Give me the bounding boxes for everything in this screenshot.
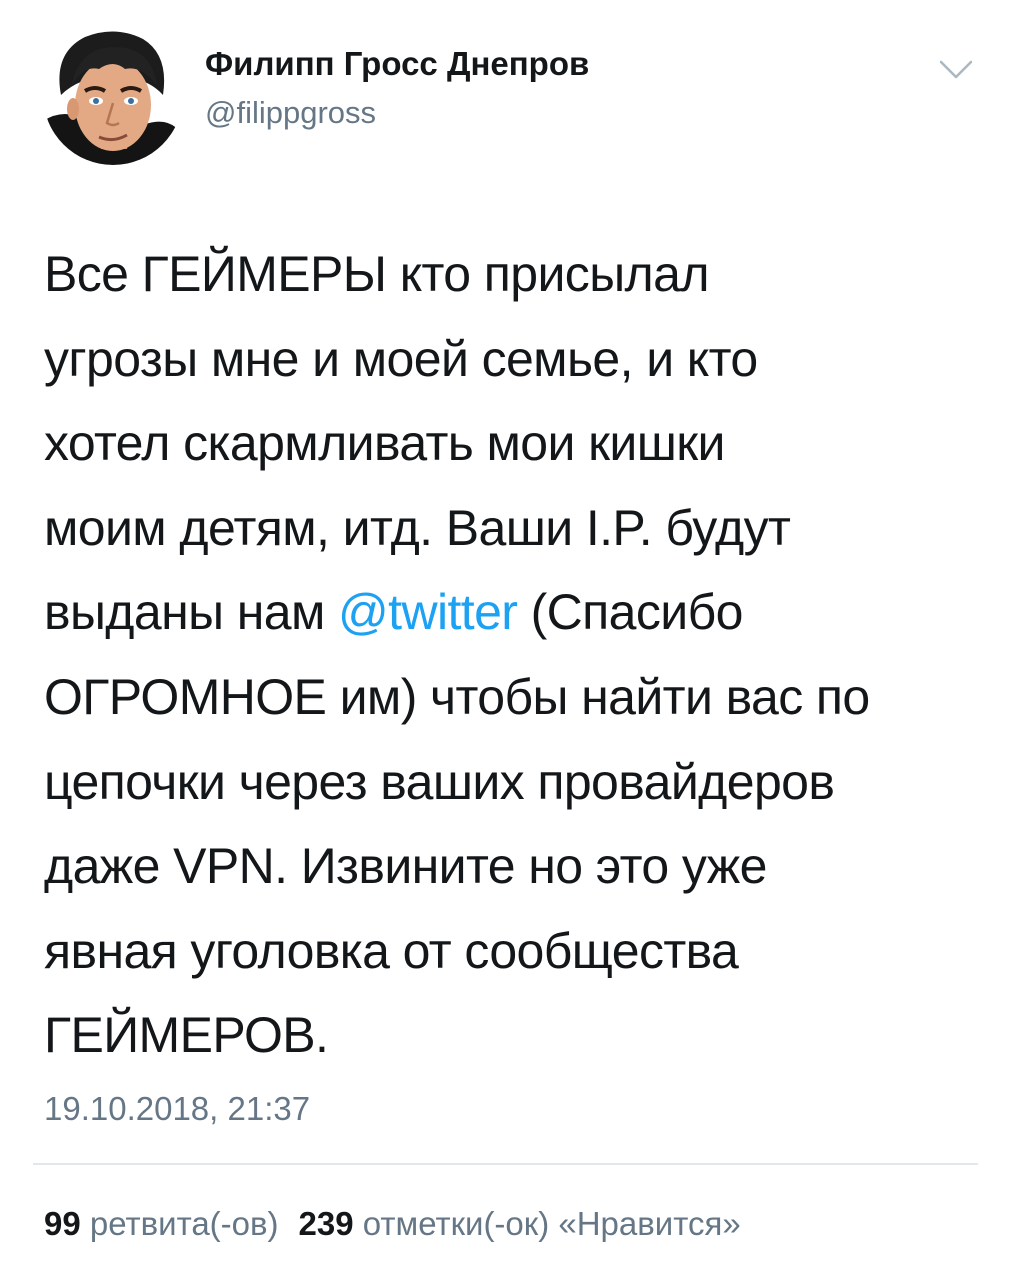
author-display-name[interactable]: Филипп Гросс Днепров [205, 45, 589, 83]
tweet-card: Филипп Гросс Днепров @filippgross Все ГЕ… [0, 0, 1011, 1280]
tweet-line: выданы нам @twitter (Спасибо [44, 570, 984, 655]
tweet-line: угрозы мне и моей семье, и кто [44, 330, 758, 387]
chevron-down-icon[interactable] [938, 58, 974, 82]
tweet-line: ГЕЙМЕРОВ. [44, 1007, 329, 1064]
twitter-mention-link[interactable]: @twitter [338, 584, 518, 640]
tweet-timestamp: 19.10.2018, 21:37 [44, 1090, 311, 1127]
tweet-line: цепочки через ваших провайдеров [44, 753, 835, 810]
tweet-line: хотел скармливать мои кишки [44, 415, 725, 472]
retweets-label: ретвита(-ов) [89, 1205, 279, 1242]
user-avatar-icon [43, 25, 183, 165]
retweets-stat[interactable]: 99 ретвита(-ов) [44, 1205, 279, 1242]
avatar[interactable] [43, 25, 183, 165]
tweet-line: даже VPN. Извините но это уже [44, 838, 767, 895]
tweet-line: явная уголовка от сообщества [44, 922, 739, 979]
tweet-text: Все ГЕЙМЕРЫ кто присылал угрозы мне и мо… [44, 232, 984, 1078]
tweet-line: моим детям, итд. Ваши I.P. будут [44, 499, 791, 556]
retweets-count: 99 [44, 1205, 81, 1242]
likes-count: 239 [298, 1205, 354, 1242]
tweet-text-segment: выданы нам [44, 584, 339, 641]
tweet-line: Все ГЕЙМЕРЫ кто присылал [44, 246, 710, 302]
tweet-stats: 99 ретвита(-ов) 239 отметки(-ок) «Нравитс… [44, 1205, 741, 1243]
likes-stat[interactable]: 239 отметки(-ок) «Нравится» [299, 1205, 741, 1242]
author-handle[interactable]: @filippgross [205, 95, 376, 131]
tweet-line: ОГРОМНОЕ им) чтобы найти вас по [44, 668, 870, 725]
divider [33, 1163, 978, 1165]
tweet-text-segment: (Спасибо [517, 584, 744, 641]
likes-label: отметки(-ок) «Нравится» [362, 1205, 741, 1242]
